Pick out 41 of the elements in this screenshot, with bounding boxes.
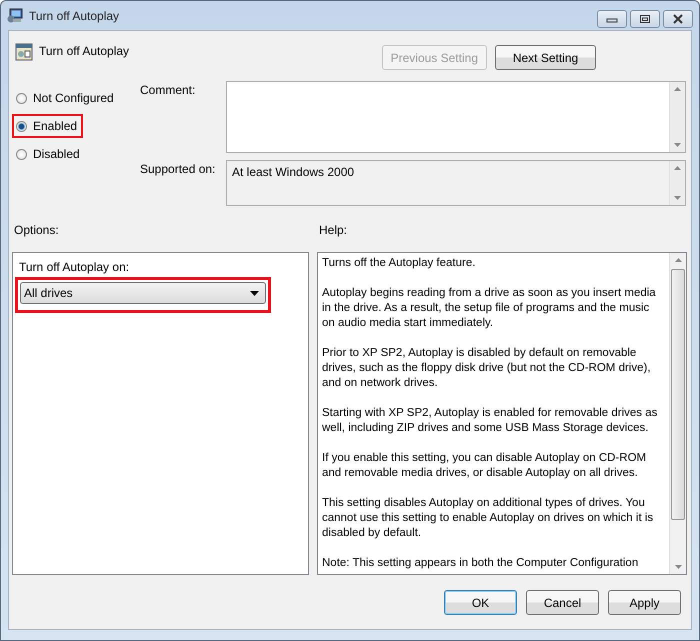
- comment-field[interactable]: [226, 81, 686, 153]
- scroll-down-icon[interactable]: [674, 143, 681, 147]
- help-paragraph: Autoplay begins reading from a drive as soon as you insert media in the drive. As a result, the setup file of programs and the music on audio media start immediately.: [322, 286, 657, 331]
- apply-button[interactable]: Apply: [608, 590, 681, 615]
- close-icon: [672, 14, 684, 24]
- scroll-up-icon[interactable]: [674, 258, 682, 262]
- options-label: Options:: [13, 223, 60, 237]
- help-paragraph: Turns off the Autoplay feature.: [322, 256, 476, 271]
- scrollbar[interactable]: [669, 82, 685, 152]
- help-paragraph: Prior to XP SP2, Autoplay is disabled by default on removable drives, such as the floppy disk drive (but not the CD-ROM drive), and on network drives.: [322, 346, 652, 391]
- minimize-button[interactable]: [597, 10, 627, 28]
- maximize-icon: [639, 14, 651, 24]
- radio-option[interactable]: Disabled: [12, 142, 86, 166]
- help-paragraph: This setting disables Autoplay on additional types of drives. You cannot use this setting to enable Autoplay on drives on which it is disabled by default.: [322, 496, 654, 541]
- policy-icon: [15, 43, 33, 61]
- radio-option[interactable]: Not Configured: [12, 86, 120, 110]
- help-label: Help:: [319, 223, 348, 237]
- computer-icon: [7, 8, 23, 24]
- help-paragraph: Starting with XP SP2, Autoplay is enabled for removable drives as well, including ZIP drives and some USB Mass Storage devices.: [322, 406, 658, 436]
- radio-option[interactable]: Enabled: [12, 114, 84, 138]
- scroll-up-icon[interactable]: [674, 166, 681, 170]
- setting-title: Turn off Autoplay: [39, 44, 130, 58]
- close-button[interactable]: [663, 10, 693, 28]
- supported-on-value: At least Windows 2000: [231, 164, 356, 181]
- window-title: Turn off Autoplay: [29, 8, 120, 22]
- help-paragraph: If you enable this setting, you can disable Autoplay on CD-ROM and removable media drives, or disable Autoplay on all drives.: [322, 451, 648, 481]
- supported-on-label: Supported on:: [140, 161, 216, 178]
- caret-icon: [250, 290, 259, 296]
- maximize-button[interactable]: [630, 10, 660, 28]
- comment-label: Comment:: [140, 82, 196, 99]
- cancel-button[interactable]: Cancel: [526, 590, 599, 615]
- ok-button[interactable]: OK: [444, 590, 517, 615]
- scrollbar[interactable]: [669, 161, 685, 205]
- drives-dropdown[interactable]: All drives: [20, 282, 266, 304]
- next-setting-button[interactable]: Next Setting: [495, 45, 596, 70]
- dropdown-label: Turn off Autoplay on:: [18, 260, 130, 274]
- scroll-down-icon[interactable]: [674, 565, 682, 569]
- scrollbar[interactable]: [669, 253, 686, 574]
- scroll-up-icon[interactable]: [674, 87, 681, 91]
- help-paragraph: Note: This setting appears in both the Computer Configuration: [322, 556, 640, 571]
- scroll-down-icon[interactable]: [674, 196, 681, 200]
